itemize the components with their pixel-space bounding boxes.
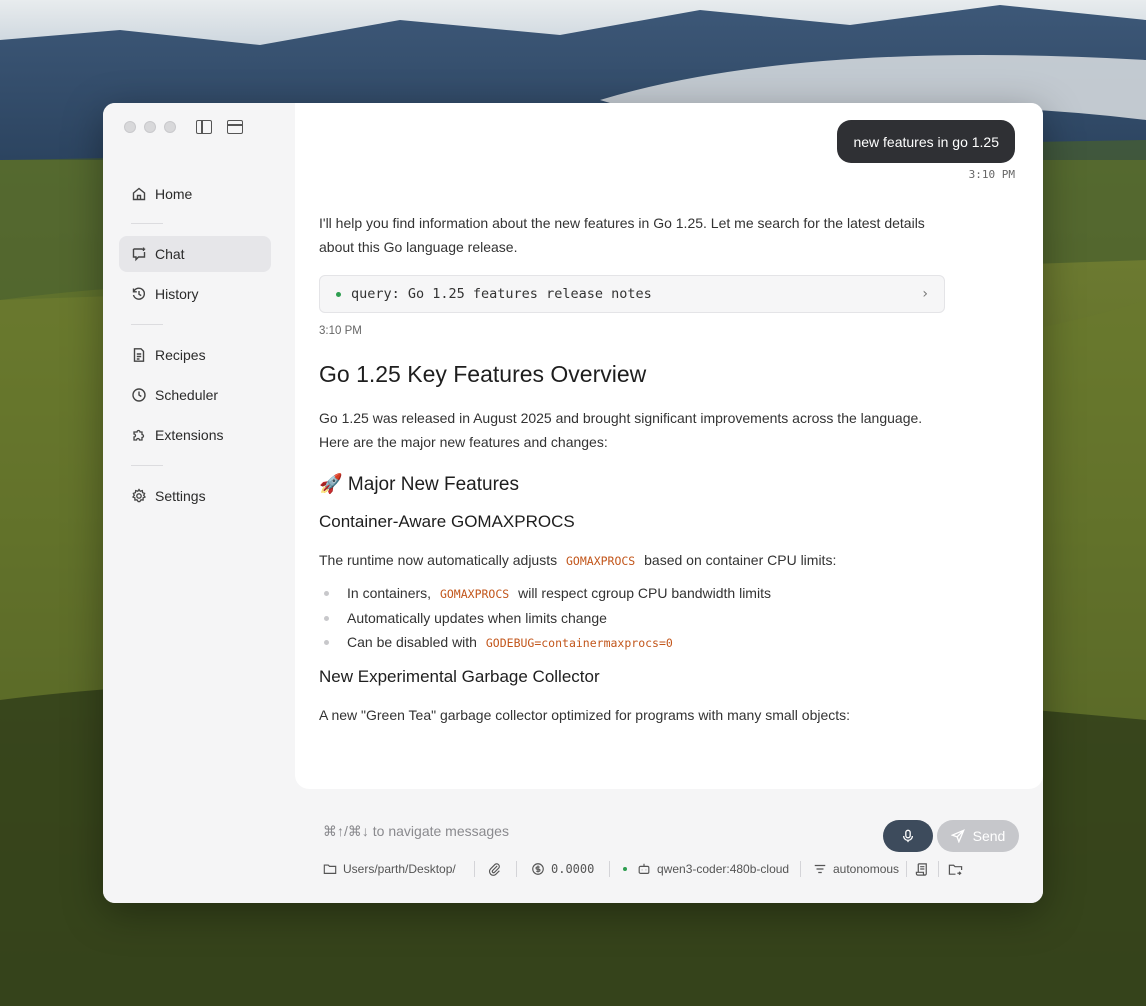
path-label: Users/parth/Desktop/ (343, 862, 456, 876)
section-heading: 🚀 Major New Features (319, 474, 519, 495)
recipes-icon (131, 347, 147, 363)
sidebar-item-label: Extensions (155, 427, 224, 443)
sidebar-item-scheduler[interactable]: Scheduler (119, 377, 271, 413)
assistant-intro-text: I'll help you find information about the… (319, 215, 925, 255)
history-icon (131, 286, 147, 302)
send-button[interactable]: Send (937, 820, 1019, 852)
subsection-text: A new "Green Tea" garbage collector opti… (319, 707, 851, 723)
close-window-button[interactable] (124, 121, 136, 133)
attach-button[interactable] (488, 859, 508, 879)
zoom-window-button[interactable] (164, 121, 176, 133)
send-icon (950, 829, 965, 843)
mode-label: autonomous (833, 862, 900, 876)
sidebar-divider (131, 465, 163, 466)
mode-selector[interactable]: autonomous (813, 859, 899, 879)
sidebar-item-label: Recipes (155, 347, 206, 363)
list-item: In containers, GOMAXPROCS will respect c… (319, 581, 943, 606)
puzzle-icon (131, 427, 147, 443)
window-controls (124, 121, 176, 133)
inline-code: GOMAXPROCS (439, 587, 510, 601)
sidebar-item-label: Chat (155, 246, 185, 262)
cost-value: 0.0000 (551, 862, 595, 876)
microphone-icon (902, 829, 914, 843)
sidebar-item-label: Settings (155, 488, 206, 504)
recipe-button[interactable] (915, 859, 936, 879)
app-window: Home Chat History Recipes Scheduler Exte… (103, 103, 1043, 903)
composer (295, 789, 1043, 903)
folder-icon (323, 864, 337, 874)
paperclip-icon (488, 863, 500, 876)
working-directory[interactable]: Users/parth/Desktop/ (323, 859, 456, 879)
open-folder-button[interactable] (948, 859, 969, 879)
assistant-message-timestamp: 3:10 PM (319, 325, 362, 337)
tool-call-row[interactable]: query: Go 1.25 features release notes › (319, 275, 945, 313)
sidebar-item-settings[interactable]: Settings (119, 478, 271, 514)
mode-icon (814, 864, 826, 874)
folder-arrow-icon (948, 864, 963, 875)
sidebar-divider (131, 324, 163, 325)
inline-code: GOMAXPROCS (566, 554, 636, 568)
sidebar-item-home[interactable]: Home (119, 176, 271, 212)
sidebar: Home Chat History Recipes Scheduler Exte… (103, 103, 295, 903)
model-label: qwen3-coder:480b-cloud (657, 862, 790, 876)
sidebar-item-label: Home (155, 186, 193, 202)
sidebar-item-recipes[interactable]: Recipes (119, 337, 271, 373)
sidebar-item-extensions[interactable]: Extensions (119, 417, 271, 453)
status-dot-icon (623, 867, 627, 871)
toolbar-divider (906, 861, 907, 877)
user-message-bubble: new features in go 1.25 (837, 120, 1015, 163)
microphone-button[interactable] (883, 820, 933, 852)
inline-code: GODEBUG=containermaxprocs=0 (485, 636, 673, 650)
cost-indicator: 0.0000 (531, 859, 594, 879)
toolbar-divider (609, 861, 610, 877)
sidebar-item-label: History (155, 286, 199, 302)
minimize-window-button[interactable] (144, 121, 156, 133)
sidebar-item-history[interactable]: History (119, 276, 271, 312)
message-input[interactable]: ⌘↑/⌘↓ to navigate messages (323, 823, 509, 840)
response-summary: Go 1.25 was released in August 2025 and … (319, 410, 923, 450)
sidebar-item-chat[interactable]: Chat (119, 236, 271, 272)
model-selector[interactable]: qwen3-coder:480b-cloud (623, 859, 789, 879)
subsection-text: The runtime now automatically adjusts GO… (319, 552, 837, 568)
sidebar-item-label: Scheduler (155, 387, 219, 403)
toolbar-divider (938, 861, 939, 877)
feature-list: In containers, GOMAXPROCS will respect c… (319, 581, 943, 655)
toolbar-divider (516, 861, 517, 877)
coin-icon (532, 863, 544, 875)
scroll-icon (915, 862, 927, 876)
list-item: Automatically updates when limits change (319, 606, 943, 630)
send-label: Send (972, 828, 1006, 844)
gear-icon (131, 488, 147, 504)
response-heading: Go 1.25 Key Features Overview (319, 361, 647, 387)
home-icon (131, 186, 147, 202)
chat-panel: new features in go 1.25 3:10 PM I'll hel… (295, 103, 1043, 789)
sidebar-toggle-icon[interactable] (196, 120, 212, 134)
assistant-message: I'll help you find information about the… (319, 211, 945, 727)
chevron-right-icon: › (922, 286, 928, 302)
tool-call-text: query: Go 1.25 features release notes (351, 286, 652, 302)
subsection-heading: New Experimental Garbage Collector (319, 667, 600, 686)
robot-icon (638, 863, 650, 874)
sidebar-divider (131, 223, 163, 224)
user-message-timestamp: 3:10 PM (968, 168, 1015, 181)
clock-icon (131, 387, 147, 403)
chat-icon (131, 246, 147, 262)
toolbar-divider (800, 861, 801, 877)
subsection-heading: Container-Aware GOMAXPROCS (319, 512, 575, 531)
list-item: Can be disabled with GODEBUG=containerma… (319, 630, 943, 655)
status-dot-icon (336, 291, 341, 297)
toolbar-divider (474, 861, 475, 877)
window-layout-icon[interactable] (227, 120, 243, 134)
